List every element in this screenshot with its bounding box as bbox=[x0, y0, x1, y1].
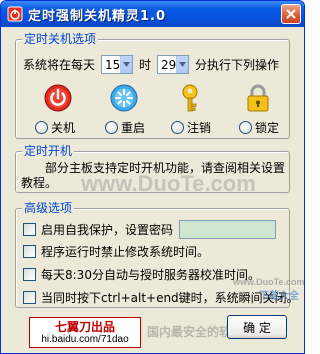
shutdown-radio[interactable] bbox=[35, 121, 48, 134]
lock-radio[interactable] bbox=[239, 121, 252, 134]
watermark-corner-tag: 下载大全 bbox=[259, 291, 299, 302]
power-icon[interactable] bbox=[43, 83, 73, 113]
option-time-sync[interactable]: 每天8:30分自动与授时服务器校准时间。 bbox=[23, 266, 260, 283]
logoff-label: 注销 bbox=[187, 121, 212, 135]
option-shutdown[interactable]: 关机 bbox=[35, 119, 75, 136]
lock-label: 锁定 bbox=[255, 121, 280, 135]
logoff-radio[interactable] bbox=[171, 121, 184, 134]
ok-button-label: 确 定 bbox=[243, 320, 271, 335]
key-icon[interactable] bbox=[175, 83, 205, 113]
option-lock[interactable]: 锁定 bbox=[239, 119, 279, 136]
ok-button[interactable]: 确 定 bbox=[227, 315, 287, 339]
option-lock-time[interactable]: 程序运行时禁止修改系统时间。 bbox=[23, 243, 209, 260]
schedule-row: 系统将在每天 15 时 29 分执行下列操作 bbox=[23, 55, 279, 74]
chevron-down-icon[interactable] bbox=[120, 56, 133, 73]
startup-group-title: 定时开机 bbox=[22, 144, 75, 158]
time-sync-checkbox[interactable] bbox=[23, 268, 36, 281]
banner-title: 七翼刀出品 bbox=[54, 319, 115, 334]
option-hotkey-shutdown[interactable]: 当同时按下ctrl+alt+end键时，系统瞬间关闭。 bbox=[23, 289, 299, 306]
option-restart[interactable]: 重启 bbox=[105, 119, 145, 136]
password-field[interactable] bbox=[179, 220, 277, 239]
app-window: 定时强制关机精灵1.0 定时关机选项 系统将在每天 15 时 29 分执行下列操… bbox=[0, 0, 305, 354]
chevron-down-icon[interactable] bbox=[176, 56, 189, 73]
hour-unit-label: 时 bbox=[139, 58, 152, 72]
schedule-label-suffix: 分执行下列操作 bbox=[195, 58, 280, 72]
watermark-corner-site: www.DuoTe.com bbox=[233, 277, 305, 287]
restart-radio[interactable] bbox=[105, 121, 118, 134]
option-self-protect[interactable]: 启用自我保护，设置密码 bbox=[23, 220, 277, 239]
banner-url: hi.baidu.com/71dao bbox=[41, 333, 129, 345]
shutdown-group-title: 定时关机选项 bbox=[22, 32, 99, 46]
watermark-main: www.DuoTe.com bbox=[81, 171, 256, 196]
lock-icon[interactable] bbox=[243, 83, 273, 113]
hour-select[interactable]: 15 bbox=[101, 55, 134, 74]
hotkey-shutdown-checkbox[interactable] bbox=[23, 291, 36, 304]
hour-value: 15 bbox=[105, 57, 121, 72]
advanced-group-title: 高级选项 bbox=[22, 201, 75, 215]
close-icon bbox=[286, 9, 296, 19]
window-title: 定时强制关机精灵1.0 bbox=[28, 8, 167, 24]
app-icon bbox=[7, 6, 23, 22]
close-button[interactable] bbox=[281, 4, 301, 24]
restart-label: 重启 bbox=[121, 121, 146, 135]
shutdown-label: 关机 bbox=[51, 121, 76, 135]
self-protect-label: 启用自我保护，设置密码 bbox=[41, 223, 174, 237]
restart-icon[interactable] bbox=[109, 83, 139, 113]
minute-value: 29 bbox=[161, 57, 177, 72]
time-sync-label: 每天8:30分自动与授时服务器校准时间。 bbox=[41, 268, 260, 282]
option-logoff[interactable]: 注销 bbox=[171, 119, 211, 136]
minute-select[interactable]: 29 bbox=[157, 55, 190, 74]
schedule-label-prefix: 系统将在每天 bbox=[23, 58, 96, 72]
lock-time-checkbox[interactable] bbox=[23, 245, 36, 258]
lock-time-label: 程序运行时禁止修改系统时间。 bbox=[41, 245, 210, 259]
title-bar[interactable]: 定时强制关机精灵1.0 bbox=[1, 1, 304, 27]
author-banner[interactable]: 七翼刀出品 hi.baidu.com/71dao bbox=[29, 317, 141, 348]
self-protect-checkbox[interactable] bbox=[23, 223, 36, 236]
